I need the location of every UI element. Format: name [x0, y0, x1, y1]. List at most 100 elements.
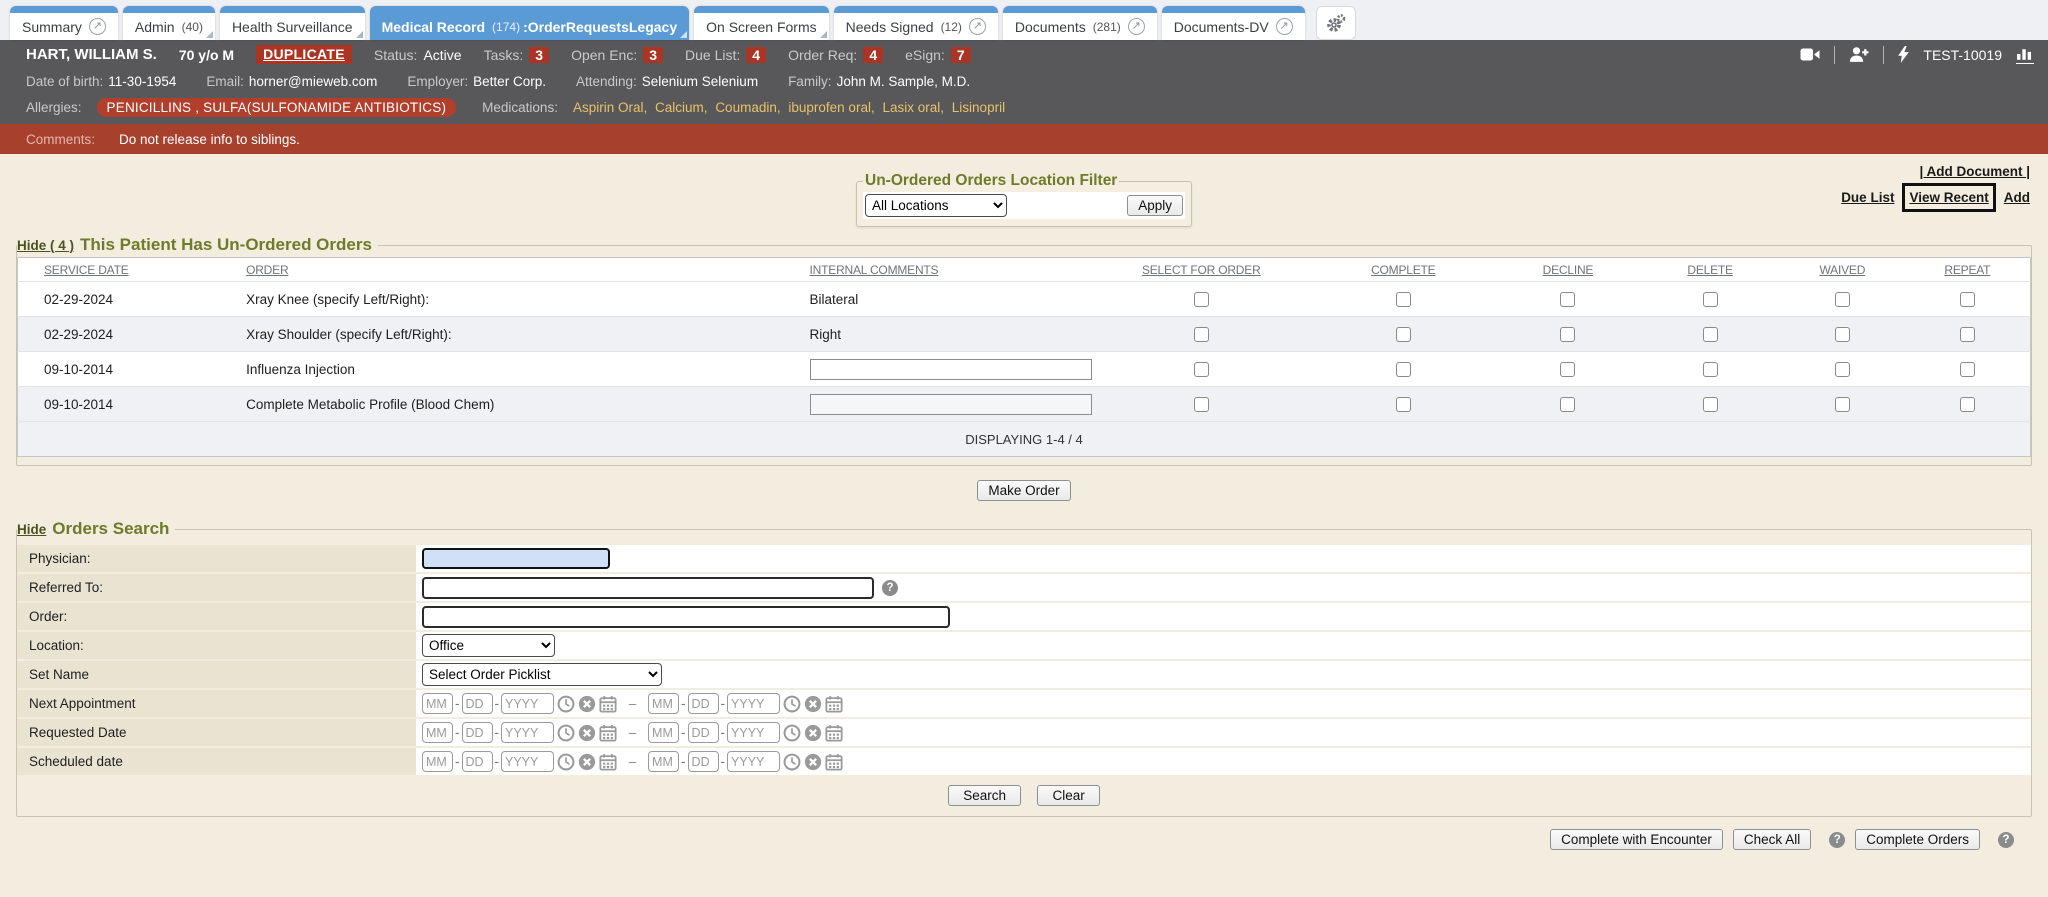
physician-input[interactable]	[422, 548, 610, 569]
month-input[interactable]	[648, 722, 679, 743]
set-name-select[interactable]: Select Order Picklist	[422, 663, 662, 686]
lightning-bolt-icon[interactable]	[1898, 46, 1909, 63]
waived-checkbox[interactable]	[1835, 292, 1850, 307]
day-input[interactable]	[462, 693, 493, 714]
calendar-icon[interactable]	[825, 724, 843, 742]
due-list-link[interactable]: Due List	[1841, 186, 1894, 209]
col-delete[interactable]: DELETE	[1687, 263, 1732, 277]
decline-checkbox[interactable]	[1560, 292, 1575, 307]
year-input[interactable]	[727, 693, 780, 714]
clear-date-icon[interactable]	[578, 695, 596, 713]
year-input[interactable]	[501, 751, 554, 772]
settings-button[interactable]	[1316, 6, 1356, 40]
clock-icon[interactable]	[557, 695, 575, 713]
year-input[interactable]	[501, 722, 554, 743]
external-link-icon[interactable]: ↗	[1128, 18, 1145, 35]
order-input[interactable]	[422, 606, 950, 628]
delete-checkbox[interactable]	[1703, 292, 1718, 307]
clear-date-icon[interactable]	[804, 724, 822, 742]
apply-button[interactable]: Apply	[1127, 195, 1183, 216]
complete-with-encounter-button[interactable]: Complete with Encounter	[1550, 829, 1723, 850]
allergies-badge[interactable]: PENICILLINS , SULFA(SULFONAMIDE ANTIBIOT…	[97, 98, 457, 117]
hide-search-link[interactable]: Hide	[17, 522, 46, 537]
hide-orders-link[interactable]: Hide ( 4 )	[17, 238, 74, 253]
medication-link[interactable]: ibuprofen oral	[788, 100, 871, 115]
clear-date-icon[interactable]	[804, 753, 822, 771]
medication-link[interactable]: Lisinopril	[952, 100, 1005, 115]
add-person-icon[interactable]	[1849, 46, 1869, 63]
calendar-icon[interactable]	[825, 695, 843, 713]
calendar-icon[interactable]	[599, 753, 617, 771]
year-input[interactable]	[727, 722, 780, 743]
check-all-button[interactable]: Check All	[1733, 829, 1811, 850]
select-for-order-checkbox[interactable]	[1194, 327, 1209, 342]
medication-link[interactable]: Lasix oral	[882, 100, 940, 115]
clock-icon[interactable]	[783, 695, 801, 713]
select-for-order-checkbox[interactable]	[1194, 292, 1209, 307]
month-input[interactable]	[422, 693, 453, 714]
make-order-button[interactable]: Make Order	[977, 480, 1070, 501]
month-input[interactable]	[422, 722, 453, 743]
day-input[interactable]	[688, 693, 719, 714]
waived-checkbox[interactable]	[1835, 362, 1850, 377]
tab-health-surveillance[interactable]: Health Surveillance	[220, 6, 365, 40]
repeat-checkbox[interactable]	[1960, 327, 1975, 342]
complete-orders-button[interactable]: Complete Orders	[1855, 829, 1980, 850]
col-internal-comments[interactable]: INTERNAL COMMENTS	[810, 263, 939, 277]
decline-checkbox[interactable]	[1560, 362, 1575, 377]
col-waived[interactable]: WAIVED	[1819, 263, 1865, 277]
repeat-checkbox[interactable]	[1960, 362, 1975, 377]
clock-icon[interactable]	[557, 724, 575, 742]
clock-icon[interactable]	[783, 724, 801, 742]
clear-date-icon[interactable]	[804, 695, 822, 713]
year-input[interactable]	[501, 693, 554, 714]
internal-comment-input[interactable]	[810, 394, 1092, 415]
delete-checkbox[interactable]	[1703, 362, 1718, 377]
medication-link[interactable]: Aspirin Oral	[573, 100, 644, 115]
col-select-for-order[interactable]: SELECT FOR ORDER	[1142, 263, 1261, 277]
esign-count-badge[interactable]: 7	[951, 47, 971, 63]
clear-button[interactable]: Clear	[1037, 785, 1099, 806]
tab-documents[interactable]: Documents (281) ↗	[1003, 6, 1157, 40]
tab-needs-signed[interactable]: Needs Signed (12) ↗	[834, 6, 998, 40]
day-input[interactable]	[688, 722, 719, 743]
medication-link[interactable]: Calcium	[655, 100, 704, 115]
video-camera-icon[interactable]	[1800, 46, 1820, 63]
help-icon[interactable]: ?	[1998, 832, 2014, 848]
tab-documents-dv[interactable]: Documents-DV ↗	[1162, 6, 1305, 40]
complete-checkbox[interactable]	[1396, 292, 1411, 307]
help-icon[interactable]: ?	[882, 580, 898, 596]
clock-icon[interactable]	[783, 753, 801, 771]
decline-checkbox[interactable]	[1560, 397, 1575, 412]
add-document-link[interactable]: | Add Document |	[1919, 164, 2030, 179]
external-link-icon[interactable]: ↗	[969, 18, 986, 35]
repeat-checkbox[interactable]	[1960, 292, 1975, 307]
external-link-icon[interactable]: ↗	[1276, 18, 1293, 35]
waived-checkbox[interactable]	[1835, 397, 1850, 412]
external-link-icon[interactable]: ↗	[89, 18, 106, 35]
month-input[interactable]	[422, 751, 453, 772]
internal-comment-input[interactable]	[810, 359, 1092, 380]
select-for-order-checkbox[interactable]	[1194, 362, 1209, 377]
year-input[interactable]	[727, 751, 780, 772]
clear-date-icon[interactable]	[578, 724, 596, 742]
search-button[interactable]: Search	[948, 785, 1021, 806]
day-input[interactable]	[688, 751, 719, 772]
col-repeat[interactable]: REPEAT	[1944, 263, 1990, 277]
col-order[interactable]: ORDER	[246, 263, 288, 277]
clear-date-icon[interactable]	[578, 753, 596, 771]
referred-to-input[interactable]	[422, 577, 874, 599]
month-input[interactable]	[648, 751, 679, 772]
calendar-icon[interactable]	[825, 753, 843, 771]
due-list-count-badge[interactable]: 4	[746, 47, 766, 63]
delete-checkbox[interactable]	[1703, 327, 1718, 342]
col-service-date[interactable]: SERVICE DATE	[44, 263, 129, 277]
calendar-icon[interactable]	[599, 695, 617, 713]
waived-checkbox[interactable]	[1835, 327, 1850, 342]
tab-admin[interactable]: Admin (40)	[123, 6, 215, 40]
tab-summary[interactable]: Summary ↗	[10, 6, 118, 40]
tasks-count-badge[interactable]: 3	[529, 47, 549, 63]
complete-checkbox[interactable]	[1396, 397, 1411, 412]
day-input[interactable]	[462, 751, 493, 772]
select-for-order-checkbox[interactable]	[1194, 397, 1209, 412]
